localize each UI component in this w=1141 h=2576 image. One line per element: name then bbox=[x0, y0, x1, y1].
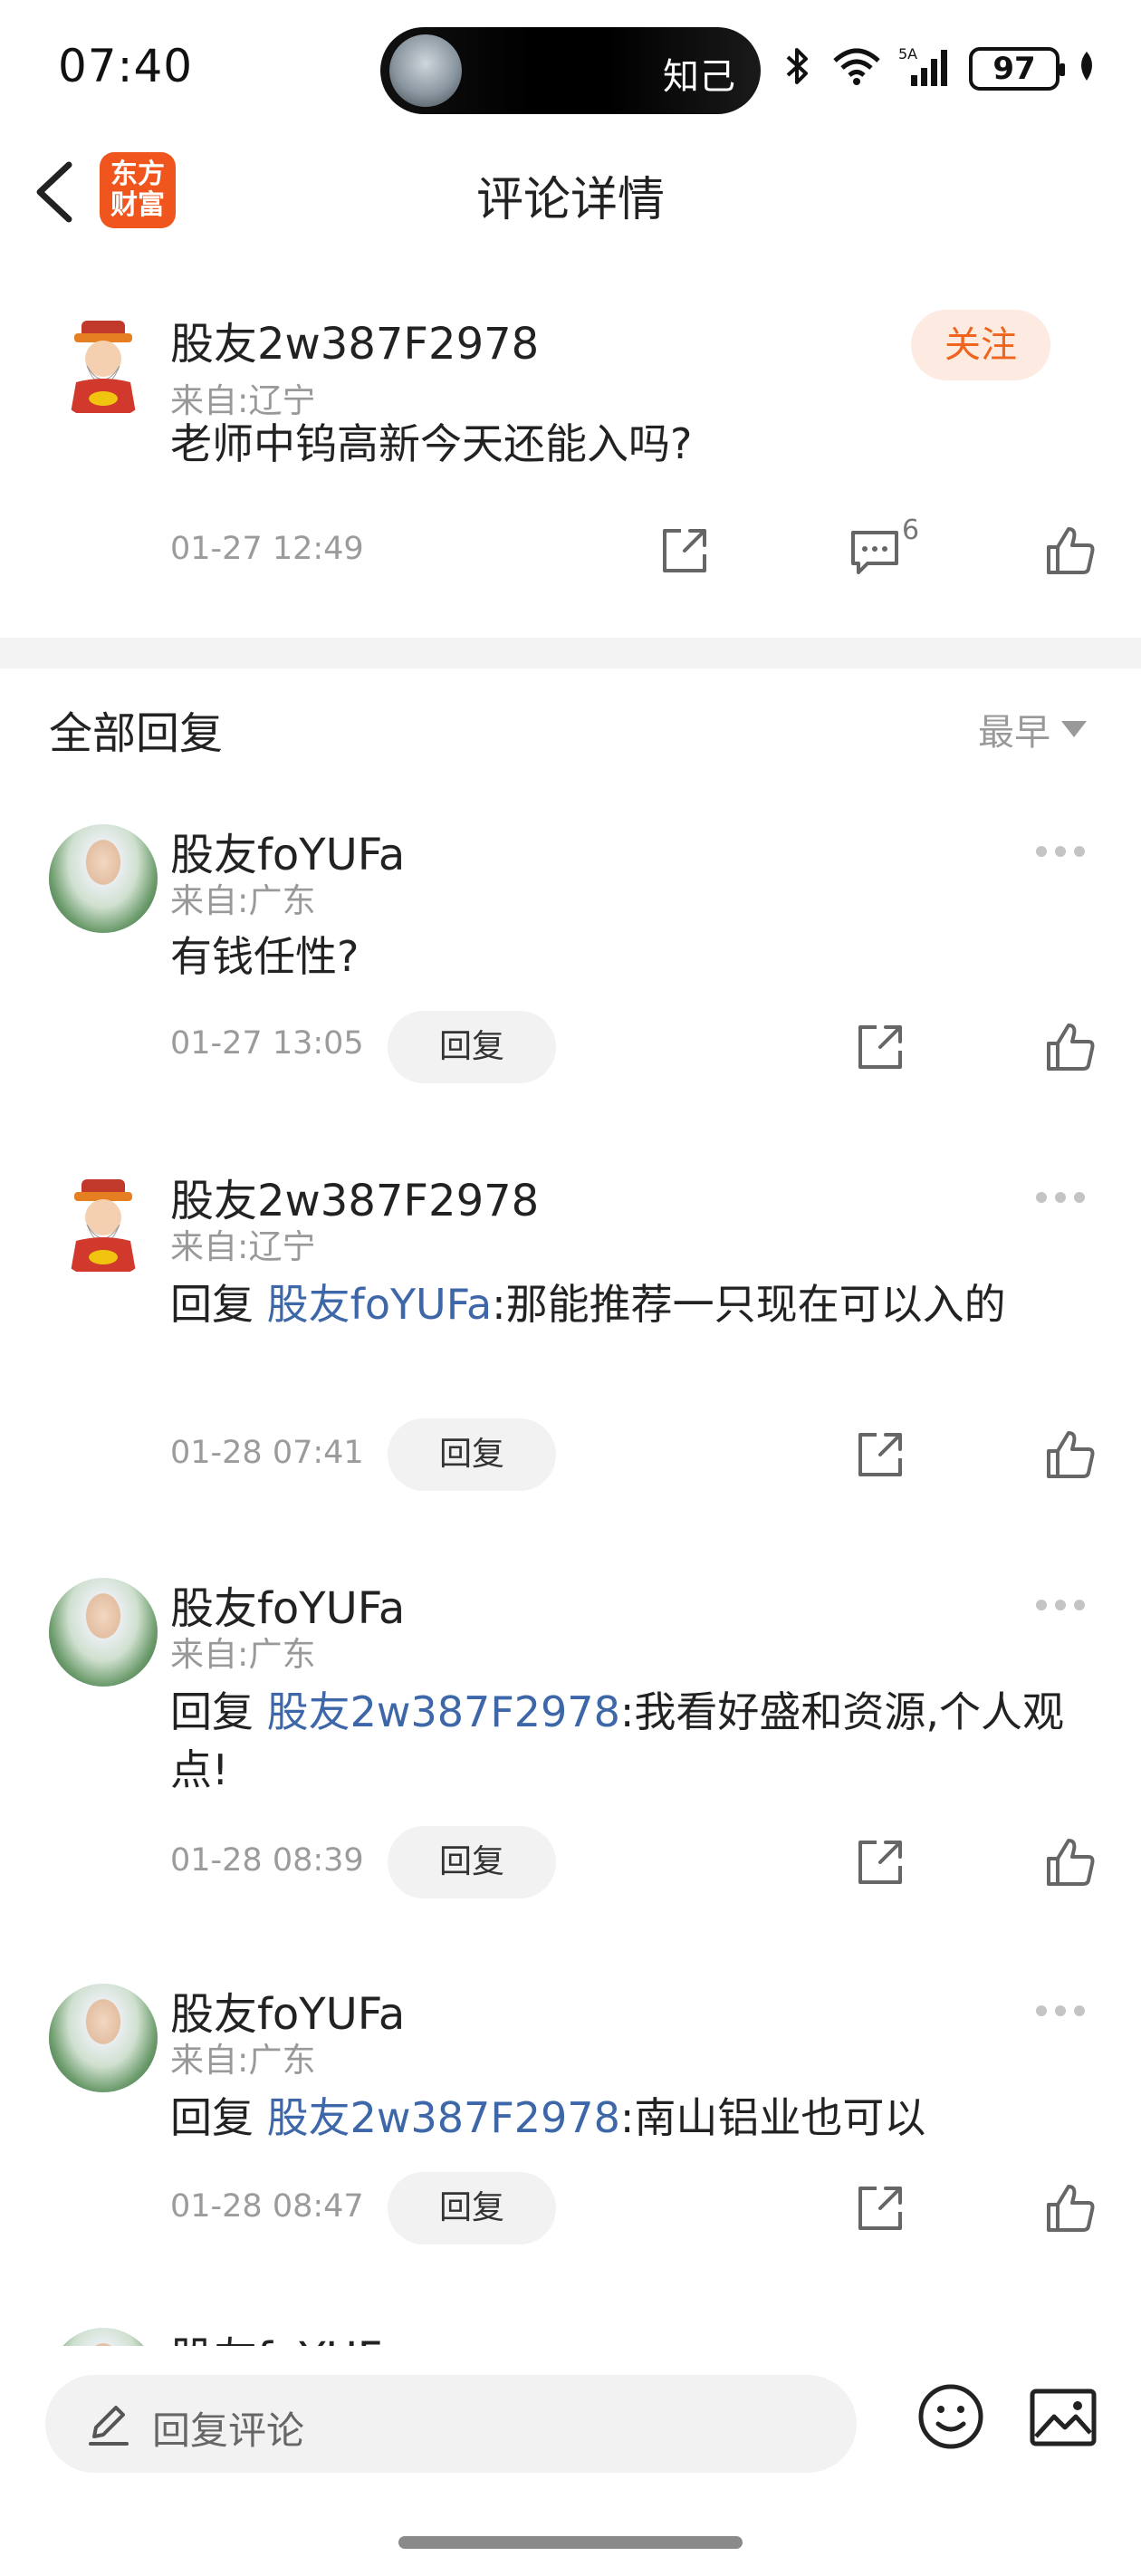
thumbs-up-icon[interactable] bbox=[1043, 2181, 1098, 2235]
caret-down-icon bbox=[1061, 721, 1087, 737]
comment-count: 6 bbox=[902, 514, 920, 546]
reply-time: 01-27 13:05 bbox=[170, 1025, 364, 1062]
avatar[interactable] bbox=[49, 312, 158, 420]
all-replies-title: 全部回复 bbox=[49, 708, 224, 759]
god-of-wealth-avatar-icon bbox=[51, 313, 156, 418]
reply-item: 股友foYUFa 来自:广东 有钱任性? 01-27 13:05 回复 bbox=[0, 797, 1141, 1123]
more-dots-icon[interactable] bbox=[1036, 842, 1085, 860]
pen-icon bbox=[89, 2406, 129, 2446]
reply-region: 来自:广东 bbox=[170, 1635, 316, 1674]
reply-button[interactable]: 回复 bbox=[388, 1826, 556, 1898]
reply-time: 01-28 08:47 bbox=[170, 2188, 364, 2225]
mention-link[interactable]: 股友2w387F2978 bbox=[267, 1687, 620, 1736]
thumbs-up-icon[interactable] bbox=[1043, 1020, 1098, 1074]
reply-button[interactable]: 回复 bbox=[388, 2172, 556, 2244]
wifi-icon bbox=[831, 46, 882, 92]
thumbs-up-icon[interactable] bbox=[1043, 1835, 1098, 1889]
reply-text[interactable]: 有钱任性? bbox=[170, 928, 1085, 985]
follow-button[interactable]: 关注 bbox=[911, 310, 1050, 380]
comment-time: 01-27 12:49 bbox=[170, 531, 364, 567]
share-icon[interactable] bbox=[853, 2181, 907, 2235]
reply-text[interactable]: 回复 股友foYUFa:那能推荐一只现在可以入的 bbox=[170, 1275, 1085, 1333]
network-type: 5A bbox=[898, 45, 917, 62]
reply-item: 股友foYUFa 来自:广东 回复 股友2w387F2978:南山铝业也可以 0… bbox=[0, 1956, 1141, 2301]
reply-region: 来自:广东 bbox=[170, 2041, 316, 2080]
reply-item: 股友2w387F2978 来自:辽宁 回复 股友foYUFa:那能推荐一只现在可… bbox=[0, 1143, 1141, 1523]
reply-item: 股友foYUFa 来自:广东 回复 股友2w387F2978:我看好盛和资源,个… bbox=[0, 1551, 1141, 1931]
avatar[interactable] bbox=[49, 1984, 158, 2092]
status-time: 07:40 bbox=[58, 40, 194, 92]
more-dots-icon[interactable] bbox=[1036, 1596, 1085, 1614]
reply-input[interactable]: 回复评论 bbox=[45, 2375, 857, 2473]
dynamic-island-pill[interactable]: 知己 bbox=[380, 27, 761, 114]
reply-button[interactable]: 回复 bbox=[388, 1418, 556, 1491]
sort-label: 最早 bbox=[978, 712, 1050, 754]
reply-region: 来自:辽宁 bbox=[170, 1227, 316, 1266]
main-comment: 股友2w387F2978 来自:辽宁 老师中钨高新今天还能入吗? 01-27 1… bbox=[0, 272, 1141, 634]
status-icons: 5A 97 bbox=[779, 43, 1098, 94]
god-of-wealth-avatar-icon bbox=[51, 1172, 156, 1277]
reply-body: :那能推荐一只现在可以入的 bbox=[492, 1280, 1006, 1329]
leaf-icon bbox=[1076, 48, 1098, 91]
reply-text[interactable]: 回复 股友2w387F2978:南山铝业也可以 bbox=[170, 2089, 1085, 2147]
reply-button[interactable]: 回复 bbox=[388, 1011, 556, 1083]
reply-body: 有钱任性? bbox=[170, 932, 360, 981]
reply-lead: 回复 bbox=[170, 1687, 267, 1736]
comment-icon[interactable] bbox=[848, 524, 902, 578]
reply-text[interactable]: 回复 股友2w387F2978:我看好盛和资源,个人观点! bbox=[170, 1683, 1067, 1799]
share-icon[interactable] bbox=[657, 524, 712, 578]
avatar[interactable] bbox=[49, 824, 158, 933]
more-dots-icon[interactable] bbox=[1036, 2002, 1085, 2020]
input-placeholder: 回复评论 bbox=[152, 2408, 305, 2453]
image-icon[interactable] bbox=[1029, 2386, 1098, 2449]
sort-dropdown[interactable]: 最早 bbox=[978, 703, 1087, 755]
share-icon[interactable] bbox=[853, 1020, 907, 1074]
page-title: 评论详情 bbox=[475, 173, 665, 227]
reply-lead: 回复 bbox=[170, 2093, 267, 2142]
reply-region: 来自:广东 bbox=[170, 881, 316, 920]
status-bar: 07:40 知己 5A 97 bbox=[0, 0, 1141, 136]
section-divider bbox=[0, 638, 1141, 668]
avatar[interactable] bbox=[49, 1578, 158, 1687]
bluetooth-icon bbox=[779, 46, 815, 92]
home-indicator[interactable] bbox=[398, 2536, 743, 2549]
share-icon[interactable] bbox=[853, 1835, 907, 1889]
emoji-icon[interactable] bbox=[916, 2382, 985, 2451]
thumbs-up-icon[interactable] bbox=[1043, 1427, 1098, 1482]
reply-time: 01-28 07:41 bbox=[170, 1435, 364, 1471]
reply-lead: 回复 bbox=[170, 1280, 267, 1329]
pill-avatar bbox=[389, 34, 462, 107]
comment-author[interactable]: 股友2w387F2978 bbox=[170, 308, 539, 371]
mention-link[interactable]: 股友foYUFa bbox=[267, 1280, 493, 1329]
mention-link[interactable]: 股友2w387F2978 bbox=[267, 2093, 620, 2142]
comment-text[interactable]: 老师中钨高新今天还能入吗? bbox=[170, 415, 692, 473]
signal-icon: 5A bbox=[898, 44, 953, 94]
pill-text: 知己 bbox=[663, 56, 735, 98]
reply-body: :南山铝业也可以 bbox=[619, 2093, 926, 2142]
share-icon[interactable] bbox=[853, 1427, 907, 1482]
reply-time: 01-28 08:39 bbox=[170, 1842, 364, 1879]
top-navigation-bar: 东方财富 评论详情 bbox=[0, 136, 1141, 248]
more-dots-icon[interactable] bbox=[1036, 1188, 1085, 1206]
battery-icon: 97 bbox=[969, 47, 1065, 91]
avatar[interactable] bbox=[49, 1170, 158, 1279]
thumbs-up-icon[interactable] bbox=[1043, 524, 1098, 578]
